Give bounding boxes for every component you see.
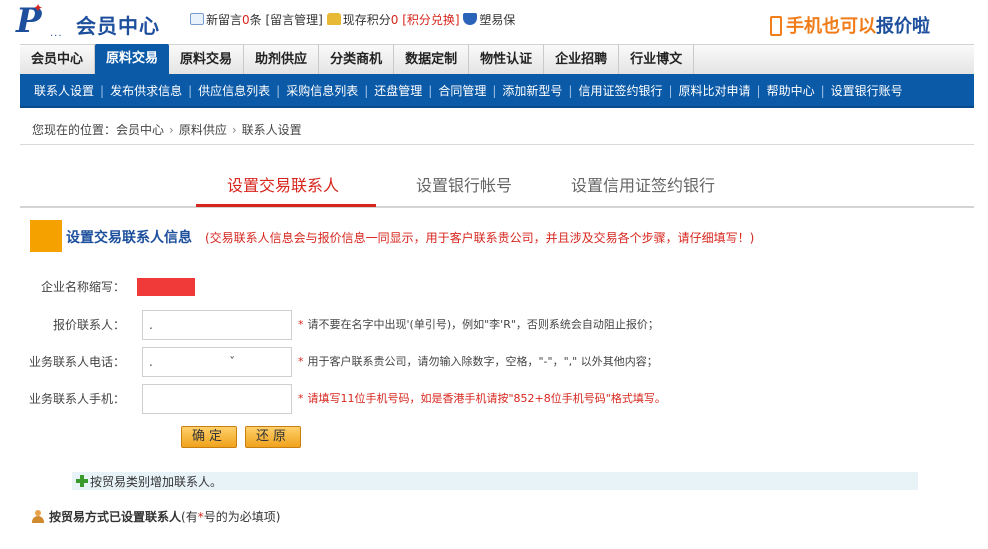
subnav-purchase-list[interactable]: 采购信息列表: [280, 74, 364, 108]
phone-label: 业务联系人电话：: [28, 355, 125, 369]
person-icon: [32, 510, 44, 523]
message-icon: [190, 13, 204, 25]
subnav-publish-info[interactable]: 发布供求信息: [104, 74, 188, 108]
mobile-hint: * 请填写11位手机号码，如是香港手机请按"852+8位手机号码"格式填写。: [298, 384, 666, 414]
points-label: 现存积分: [342, 13, 391, 27]
new-message-count: 0: [242, 13, 250, 27]
main-nav: 会员中心 原料交易 原料交易 助剂供应 分类商机 数据定制 物性认证 企业招聘 …: [20, 44, 974, 75]
nav-member-center[interactable]: 会员中心: [20, 45, 96, 74]
sub-nav: 联系人设置 | 发布供求信息 | 供应信息列表 | 采购信息列表 | 还盘管理 | 合同管…: [20, 74, 974, 108]
mobile-banner-text: 手机也可以报价啦: [786, 16, 930, 37]
breadcrumb: 您现在的位置：会员中心 › 原料供应 › 联系人设置: [32, 121, 302, 138]
phone-row: 业务联系人电话： *用于客户联系贵公司，请勿输入除数字，空格，"-"，"," 以…: [20, 347, 974, 377]
divider: [20, 144, 974, 145]
logo-text: 会员中心: [76, 14, 160, 38]
mobile-quote-banner[interactable]: 手机也可以报价啦: [770, 12, 930, 38]
nav-category-opportunities[interactable]: 分类商机: [319, 45, 395, 74]
contact-hint-text: 请不要在名字中出现'(单引号)，例如"李'R"，否则系统会自动阻止报价；: [307, 318, 659, 331]
company-value-redacted: [137, 278, 195, 296]
site-logo[interactable]: P ✦ ... 会员中心: [16, 1, 166, 39]
subnav-contract[interactable]: 合同管理: [432, 74, 492, 108]
nav-recruitment[interactable]: 企业招聘: [544, 45, 620, 74]
subnav-add-model[interactable]: 添加新型号: [496, 74, 568, 108]
shield-icon: [463, 13, 478, 25]
plus-icon: [76, 475, 88, 487]
points-exchange-link[interactable]: [积分兑换]: [402, 13, 459, 27]
company-row: 企业名称缩写：: [20, 272, 974, 302]
tab-bank-account[interactable]: 设置银行帐号: [416, 172, 512, 196]
settings-tabs: 设置交易联系人 设置银行帐号 设置信用证签约银行: [20, 160, 974, 208]
contact-list-title: 按贸易方式已设置联系人: [49, 510, 182, 524]
mobile-hint-text: 请填写11位手机号码，如是香港手机请按"852+8位手机号码"格式填写。: [307, 392, 666, 405]
mobile-banner-main: 手机也可以: [786, 16, 876, 37]
required-star: *: [298, 318, 304, 331]
section-title: 设置交易联系人信息: [66, 230, 192, 246]
new-message-label: 新留言: [206, 13, 243, 27]
chevron-right-icon: ›: [231, 123, 237, 137]
nav-material-trade-active[interactable]: 原料交易: [95, 44, 170, 75]
phone-input[interactable]: [142, 347, 292, 377]
message-manage-link[interactable]: [留言管理]: [266, 13, 323, 27]
tab-lc-bank[interactable]: 设置信用证签约银行: [571, 172, 715, 196]
reset-button[interactable]: 还原: [245, 426, 302, 448]
points-value: 0: [390, 13, 399, 27]
top-bar: P ✦ ... 会员中心 新留言0条 [留言管理] 现存积分0 [积分兑换] 塑…: [0, 0, 988, 44]
breadcrumb-item-material-supply[interactable]: 原料供应: [179, 123, 227, 137]
tab-trade-contact[interactable]: 设置交易联系人: [227, 172, 339, 196]
mobile-label: 业务联系人手机：: [28, 392, 125, 406]
confirm-button[interactable]: 确定: [181, 426, 238, 448]
mobile-row: 业务联系人手机： * 请填写11位手机号码，如是香港手机请按"852+8位手机号码…: [20, 384, 974, 414]
required-star: *: [298, 355, 304, 368]
add-contact-link[interactable]: 按贸易类别增加联系人。: [90, 473, 222, 490]
nav-data-custom[interactable]: 数据定制: [394, 45, 470, 74]
subnav-bank-account[interactable]: 设置银行账号: [825, 74, 909, 108]
form-buttons: 确定 还原: [181, 426, 309, 448]
contact-list-note-suffix: 号的为必填项): [203, 510, 281, 524]
mobile-banner-highlight: 报价啦: [876, 16, 930, 37]
contact-list-header: 按贸易方式已设置联系人(有*号的为必填项): [32, 508, 280, 525]
breadcrumb-item-current: 联系人设置: [241, 123, 302, 137]
breadcrumb-item-member-center[interactable]: 会员中心: [116, 123, 164, 137]
contact-label: 报价联系人：: [52, 318, 125, 332]
suyibao-link[interactable]: 塑易保: [479, 13, 515, 27]
nav-industry-blog[interactable]: 行业博文: [619, 45, 695, 74]
nav-material-trade[interactable]: 原料交易: [169, 45, 245, 74]
mobile-input[interactable]: [142, 384, 292, 414]
subnav-help-center[interactable]: 帮助中心: [761, 74, 821, 108]
nav-property-cert[interactable]: 物性认证: [469, 45, 545, 74]
required-star: *: [298, 392, 304, 405]
subnav-material-compare[interactable]: 原料比对申请: [673, 74, 757, 108]
breadcrumb-prefix: 您现在的位置：: [32, 123, 117, 137]
contact-list-note-prefix: (有: [181, 510, 198, 524]
contact-row: 报价联系人： *请不要在名字中出现'(单引号)，例如"李'R"，否则系统会自动阻…: [20, 310, 974, 340]
chevron-right-icon: ›: [169, 123, 174, 137]
top-info: 新留言0条 [留言管理] 现存积分0 [积分兑换] 塑易保: [190, 11, 515, 28]
section-note: (交易联系人信息会与报价信息一同显示，用于客户联系贵公司，并且涉及交易各个步骤，…: [205, 231, 755, 245]
active-tab-indicator: [196, 204, 376, 207]
subnav-contact-settings[interactable]: 联系人设置: [20, 74, 100, 108]
nav-additive-supply[interactable]: 助剂供应: [244, 45, 320, 74]
new-message-unit: 条: [249, 13, 262, 27]
subnav-counter-offer[interactable]: 还盘管理: [368, 74, 428, 108]
section-header: 设置交易联系人信息 (交易联系人信息会与报价信息一同显示，用于客户联系贵公司，并…: [30, 220, 974, 252]
company-label: 企业名称缩写：: [40, 280, 125, 294]
section-marker: [30, 220, 62, 252]
subnav-lc-bank[interactable]: 信用证签约银行: [572, 74, 668, 108]
contact-hint: * 请不要在名字中出现'(单引号)，例如"李'R"，否则系统会自动阻止报价；: [298, 310, 659, 340]
coin-icon: [326, 13, 341, 25]
add-contact-bar: 按贸易类别增加联系人。: [72, 472, 918, 490]
phone-hint-text: 用于客户联系贵公司，请勿输入除数字，空格，"-"，"," 以外其他内容；: [307, 355, 658, 368]
logo-dots: ...: [50, 28, 63, 39]
phone-hint: * 用于客户联系贵公司，请勿输入除数字，空格，"-"，"," 以外其他内容；: [298, 347, 658, 377]
logo-star-icon: ✦: [33, 1, 44, 15]
contact-input[interactable]: [142, 310, 292, 340]
mobile-phone-icon: [770, 16, 782, 36]
subnav-supply-list[interactable]: 供应信息列表: [192, 74, 276, 108]
